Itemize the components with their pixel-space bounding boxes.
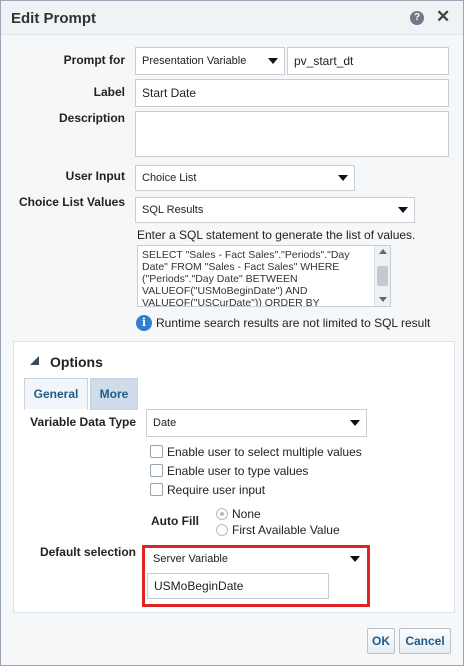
close-icon[interactable]: ✕: [436, 7, 450, 27]
chevron-down-icon: [350, 420, 360, 426]
choice-list-values-value: SQL Results: [142, 204, 204, 216]
user-input-select[interactable]: Choice List: [135, 165, 355, 191]
chevron-down-icon: [338, 175, 348, 181]
variable-data-type-value: Date: [153, 417, 177, 429]
tab-more[interactable]: More: [90, 378, 138, 410]
runtime-note: Runtime search results are not limited t…: [156, 316, 431, 330]
tab-more-label: More: [99, 387, 129, 401]
tab-general[interactable]: General: [24, 378, 88, 410]
sql-scrollbar[interactable]: [374, 246, 390, 306]
sql-textarea[interactable]: SELECT "Sales - Fact Sales"."Periods"."D…: [137, 245, 391, 307]
options-title: Options: [50, 354, 103, 370]
choice-list-values-select[interactable]: SQL Results: [135, 197, 415, 223]
variable-name-input[interactable]: pv_start_dt: [287, 47, 449, 75]
sql-hint: Enter a SQL statement to generate the li…: [137, 228, 416, 242]
triangle-collapse-icon[interactable]: [30, 356, 39, 365]
label-value: Start Date: [142, 86, 197, 100]
tab-general-label: General: [33, 387, 79, 401]
cancel-button[interactable]: Cancel: [399, 628, 451, 654]
label-label: Label: [93, 85, 125, 99]
multiple-values-label: Enable user to select multiple values: [167, 445, 362, 459]
require-input-label: Require user input: [167, 483, 266, 497]
scroll-thumb[interactable]: [377, 266, 388, 286]
type-values-checkbox[interactable]: [150, 464, 163, 477]
chevron-down-icon: [268, 58, 278, 64]
prompt-for-value: Presentation Variable: [142, 55, 247, 67]
auto-fill-first-label: First Available Value: [232, 523, 340, 537]
auto-fill-none-radio[interactable]: [216, 508, 228, 520]
auto-fill-none-label: None: [232, 507, 261, 521]
user-input-label: User Input: [65, 169, 125, 183]
scroll-down-icon[interactable]: [379, 297, 387, 302]
type-values-label: Enable user to type values: [167, 464, 309, 478]
chevron-down-icon: [398, 207, 408, 213]
ok-button[interactable]: OK: [367, 628, 395, 654]
prompt-for-select[interactable]: Presentation Variable: [135, 47, 285, 75]
choice-list-values-label: Choice List Values: [18, 195, 125, 209]
auto-fill-first-radio[interactable]: [216, 524, 228, 536]
highlight-box: [142, 545, 370, 607]
require-input-checkbox[interactable]: [150, 483, 163, 496]
dialog-titlebar: Edit Prompt ? ✕: [1, 1, 463, 35]
description-label: Description: [58, 111, 125, 125]
sql-statement: SELECT "Sales - Fact Sales"."Periods"."D…: [142, 249, 350, 307]
variable-name-value: pv_start_dt: [294, 54, 354, 68]
default-selection-label: Default selection: [39, 545, 136, 559]
variable-data-type-label: Variable Data Type: [30, 415, 136, 429]
user-input-value: Choice List: [142, 172, 197, 184]
edit-prompt-dialog: Edit Prompt ? ✕ Prompt for Presentation …: [0, 0, 464, 666]
dialog-title: Edit Prompt: [11, 10, 96, 27]
multiple-values-checkbox[interactable]: [150, 445, 163, 458]
help-icon[interactable]: ?: [410, 11, 424, 25]
cancel-button-label: Cancel: [405, 634, 445, 648]
variable-data-type-select[interactable]: Date: [146, 409, 367, 437]
info-icon: i: [136, 315, 152, 331]
ok-button-label: OK: [372, 634, 390, 648]
scroll-up-icon[interactable]: [379, 249, 387, 254]
prompt-for-label: Prompt for: [63, 53, 125, 67]
description-textarea[interactable]: [135, 111, 449, 157]
label-input[interactable]: Start Date: [135, 79, 449, 107]
auto-fill-label: Auto Fill: [151, 514, 199, 528]
